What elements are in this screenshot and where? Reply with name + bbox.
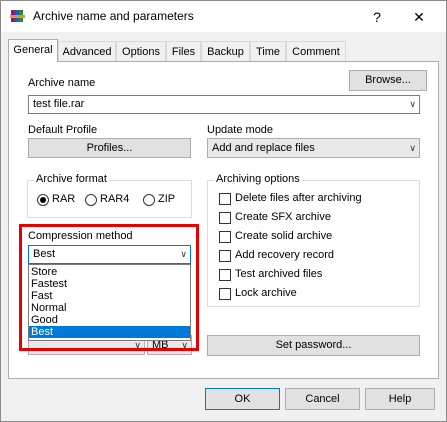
radio-rar-label: RAR (52, 193, 76, 205)
tab-files[interactable]: Files (166, 41, 201, 61)
help-title-button[interactable]: ? (363, 5, 391, 29)
checkbox-recovery-record-label: Add recovery record (235, 249, 335, 261)
archive-format-label: Archive format (34, 173, 109, 185)
archive-dialog: Archive name and parameters ? ✕ General … (0, 0, 447, 422)
profiles-button[interactable]: Profiles... (28, 138, 191, 158)
archive-name-value: test file.rar (33, 98, 85, 110)
title-bar: Archive name and parameters ? ✕ (1, 1, 446, 32)
chevron-down-icon: ∨ (409, 143, 416, 153)
ok-button[interactable]: OK (205, 388, 280, 410)
archive-name-input[interactable]: test file.rar ∨ (28, 95, 420, 114)
update-mode-label: Update mode (207, 124, 274, 136)
checkbox-solid-archive[interactable] (219, 231, 231, 243)
tab-time[interactable]: Time (250, 41, 286, 61)
winrar-books-icon (10, 10, 25, 22)
window-title: Archive name and parameters (33, 9, 194, 23)
checkbox-create-sfx-label: Create SFX archive (235, 211, 331, 223)
tab-advanced[interactable]: Advanced (58, 41, 116, 61)
tab-backup[interactable]: Backup (201, 41, 250, 61)
radio-rar4-label: RAR4 (100, 193, 130, 205)
browse-button[interactable]: Browse... (349, 70, 427, 91)
cancel-button[interactable]: Cancel (285, 388, 360, 410)
checkbox-delete-files-label: Delete files after archiving (235, 192, 362, 204)
tab-options[interactable]: Options (116, 41, 166, 61)
chevron-down-icon[interactable]: ∨ (409, 96, 416, 113)
help-button[interactable]: Help (365, 388, 435, 410)
tab-general[interactable]: General (8, 39, 58, 62)
update-mode-value: Add and replace files (212, 142, 315, 154)
default-profile-label: Default Profile (28, 124, 98, 136)
checkbox-test-archived-label: Test archived files (235, 268, 323, 280)
tab-comment[interactable]: Comment (286, 41, 346, 61)
checkbox-delete-files[interactable] (219, 193, 231, 205)
checkbox-recovery-record[interactable] (219, 250, 231, 262)
archiving-options-label: Archiving options (214, 173, 302, 185)
set-password-button[interactable]: Set password... (207, 335, 420, 356)
checkbox-lock-archive[interactable] (219, 288, 231, 300)
radio-zip-label: ZIP (158, 193, 176, 205)
radio-rar4[interactable] (85, 194, 97, 206)
highlight-box (19, 224, 199, 351)
radio-zip[interactable] (143, 194, 155, 206)
archive-name-label: Archive name (28, 77, 96, 89)
checkbox-create-sfx[interactable] (219, 212, 231, 224)
update-mode-select[interactable]: Add and replace files ∨ (207, 138, 420, 158)
checkbox-test-archived[interactable] (219, 269, 231, 281)
close-icon[interactable]: ✕ (405, 5, 433, 29)
checkbox-solid-archive-label: Create solid archive (235, 230, 333, 242)
radio-rar[interactable] (37, 194, 49, 206)
checkbox-lock-archive-label: Lock archive (235, 287, 297, 299)
